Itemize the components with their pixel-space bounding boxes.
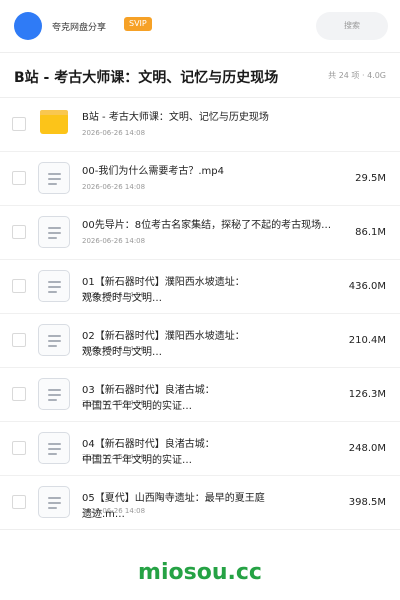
list-item[interactable]: 00先导片：8位考古名家集结，探秘了不起的考古现场… 2026-06-26 14… — [0, 206, 400, 260]
list-item[interactable]: 00-我们为什么需要考古？.mp4 2026-06-26 14:08 29.5M — [0, 152, 400, 206]
file-name-line1: 01【新石器时代】濮阳西水坡遗址： — [82, 277, 245, 288]
file-size: 210.4M — [348, 335, 386, 346]
list-item[interactable]: 2026-06-26 14:08 05【夏代】山西陶寺遗址：最早的夏王庭 遗迹.… — [0, 476, 400, 530]
file-list: B站 - 考古大师课：文明、记忆与历史现场 2026-06-26 14:08 0… — [0, 98, 400, 530]
file-name: 05【夏代】山西陶寺遗址：最早的夏王庭 遗迹.m… — [82, 491, 297, 523]
watermark: miosou.cc — [138, 560, 262, 585]
svip-badge: SVIP — [124, 17, 152, 31]
file-date: 2026-06-26 14:08 — [82, 183, 146, 191]
list-item[interactable]: 2026-06-26 14:08 04【新石器时代】良渚古城： 中国五千年文明的… — [0, 422, 400, 476]
select-checkbox[interactable] — [12, 171, 26, 185]
select-checkbox[interactable] — [12, 117, 26, 131]
list-item[interactable]: B站 - 考古大师课：文明、记忆与历史现场 2026-06-26 14:08 — [0, 98, 400, 152]
file-icon — [38, 432, 70, 464]
file-name-line1: 04【新石器时代】良渚古城： — [82, 439, 215, 450]
file-icon — [38, 486, 70, 518]
file-name: 00先导片：8位考古名家集结，探秘了不起的考古现场… — [82, 220, 332, 231]
file-name-line2: 中国五千年文明的实证… — [82, 401, 192, 412]
avatar[interactable] — [14, 12, 42, 40]
select-checkbox[interactable] — [12, 225, 26, 239]
item-summary: 共 24 项 · 4.0G — [328, 71, 386, 80]
file-icon — [38, 324, 70, 356]
file-name: 01【新石器时代】濮阳西水坡遗址： 观象授时与文明… — [82, 275, 282, 307]
select-checkbox[interactable] — [12, 333, 26, 347]
file-icon — [38, 378, 70, 410]
file-size: 248.0M — [348, 443, 386, 454]
file-name: 00-我们为什么需要考古？.mp4 — [82, 166, 224, 177]
file-icon — [38, 216, 70, 248]
file-size: 126.3M — [348, 389, 386, 400]
select-checkbox[interactable] — [12, 387, 26, 401]
select-checkbox[interactable] — [12, 495, 26, 509]
list-item[interactable]: 2026-06-26 14:08 01【新石器时代】濮阳西水坡遗址： 观象授时与… — [0, 260, 400, 314]
file-size: 436.0M — [348, 281, 386, 292]
folder-icon — [38, 108, 70, 140]
folder-title-bar: B站 - 考古大师课：文明、记忆与历史现场 共 24 项 · 4.0G — [0, 52, 400, 98]
top-bar: 夸克网盘分享 SVIP 搜索 — [0, 0, 400, 52]
file-size: 29.5M — [355, 173, 386, 184]
file-name-line2: 中国五千年文明的实证… — [82, 455, 192, 466]
select-checkbox[interactable] — [12, 279, 26, 293]
file-name-line1: 03【新石器时代】良渚古城： — [82, 385, 215, 396]
file-icon — [38, 162, 70, 194]
file-size: 398.5M — [348, 497, 386, 508]
site-name: 夸克网盘分享 — [52, 23, 107, 33]
file-size: 86.1M — [355, 227, 386, 238]
file-date: 2026-06-26 14:08 — [82, 129, 146, 137]
file-name-line2: 观象授时与文明… — [82, 293, 162, 304]
select-checkbox[interactable] — [12, 441, 26, 455]
file-name: 02【新石器时代】濮阳西水坡遗址： 观象授时与文明… — [82, 329, 282, 361]
page-title: B站 - 考古大师课：文明、记忆与历史现场 — [14, 70, 279, 86]
file-name-line2: 观象授时与文明… — [82, 347, 162, 358]
file-name: B站 - 考古大师课：文明、记忆与历史现场 — [82, 112, 269, 123]
file-date: 2026-06-26 14:08 — [82, 237, 146, 245]
list-item[interactable]: 2026-06-26 14:08 03【新石器时代】良渚古城： 中国五千年文明的… — [0, 368, 400, 422]
file-name: 03【新石器时代】良渚古城： 中国五千年文明的实证… — [82, 383, 282, 415]
search-input[interactable]: 搜索 — [316, 12, 388, 40]
file-name-line1: 02【新石器时代】濮阳西水坡遗址： — [82, 331, 245, 342]
file-icon — [38, 270, 70, 302]
list-item[interactable]: 2026-06-26 14:08 02【新石器时代】濮阳西水坡遗址： 观象授时与… — [0, 314, 400, 368]
file-name-line1: 05【夏代】山西陶寺遗址：最早的夏王庭 — [82, 493, 265, 504]
file-name-line2: 遗迹.m… — [82, 509, 125, 520]
file-name: 04【新石器时代】良渚古城： 中国五千年文明的实证… — [82, 437, 282, 469]
